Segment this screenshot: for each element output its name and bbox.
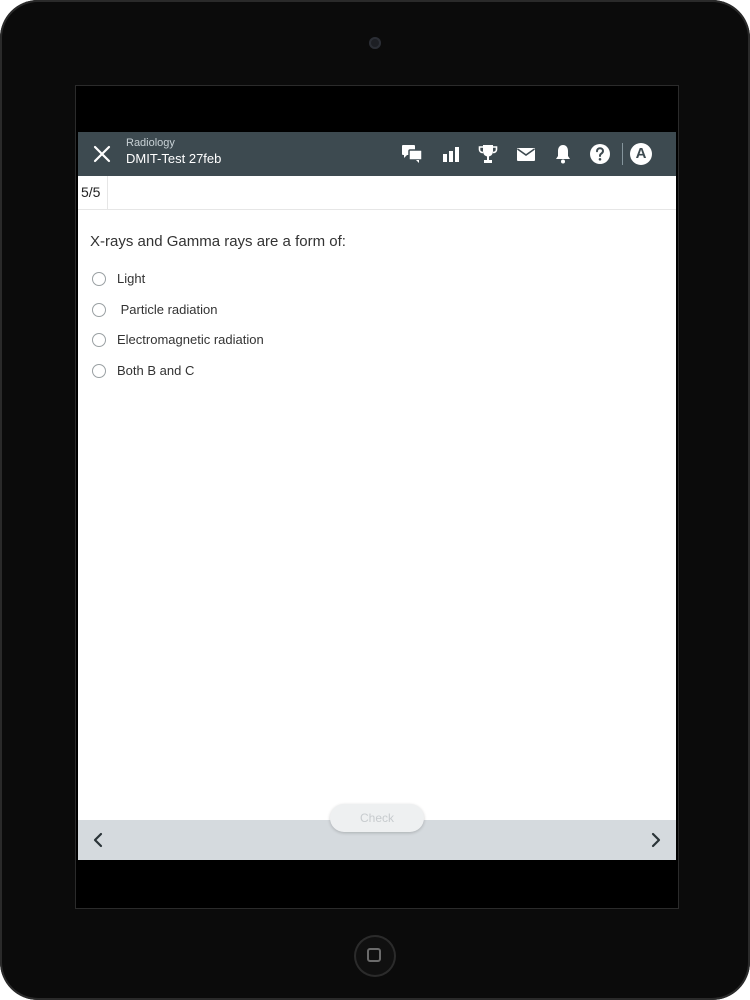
option-label: Both B and C: [117, 362, 195, 378]
radio-button[interactable]: [92, 363, 106, 378]
quiz-app: Radiology DMIT-Test 27feb A 5/5 X-rays a…: [78, 132, 676, 908]
tablet-frame: Radiology DMIT-Test 27feb A 5/5 X-rays a…: [0, 0, 750, 1000]
chevron-left-icon[interactable]: [86, 828, 110, 852]
app-header: Radiology DMIT-Test 27feb A: [78, 132, 676, 176]
camera-icon: [369, 37, 381, 49]
test-title: DMIT-Test 27feb: [126, 151, 222, 166]
check-button[interactable]: Check: [330, 804, 424, 832]
radio-button[interactable]: [92, 272, 106, 286]
option-label: Particle radiation: [117, 301, 218, 317]
close-icon[interactable]: [88, 140, 116, 168]
question-counter: 5/5: [78, 176, 108, 209]
help-icon[interactable]: [588, 142, 612, 166]
radio-button[interactable]: [92, 302, 106, 317]
bottom-nav: Check: [78, 804, 676, 860]
chat-icon[interactable]: [400, 142, 424, 166]
question-area: 5/5 X-rays and Gamma rays are a form of:…: [78, 176, 676, 820]
mail-icon[interactable]: [514, 142, 538, 166]
bell-icon[interactable]: [551, 142, 575, 166]
header-divider: [622, 143, 623, 165]
home-button[interactable]: [354, 935, 396, 977]
home-square-icon: [367, 948, 381, 962]
chevron-right-icon[interactable]: [644, 828, 668, 852]
trophy-icon[interactable]: [476, 142, 500, 166]
avatar[interactable]: A: [630, 143, 652, 165]
radio-button[interactable]: [92, 333, 106, 347]
stats-icon[interactable]: [439, 142, 463, 166]
course-subtitle: Radiology: [126, 137, 175, 149]
tablet-screen: Radiology DMIT-Test 27feb A 5/5 X-rays a…: [75, 85, 679, 909]
option-label: Electromagnetic radiation: [117, 332, 264, 347]
header-titles: Radiology DMIT-Test 27feb: [126, 137, 221, 168]
progress-bar: 5/5: [78, 176, 676, 210]
option-label: Light: [117, 271, 146, 286]
question-text: X-rays and Gamma rays are a form of:: [90, 233, 346, 250]
